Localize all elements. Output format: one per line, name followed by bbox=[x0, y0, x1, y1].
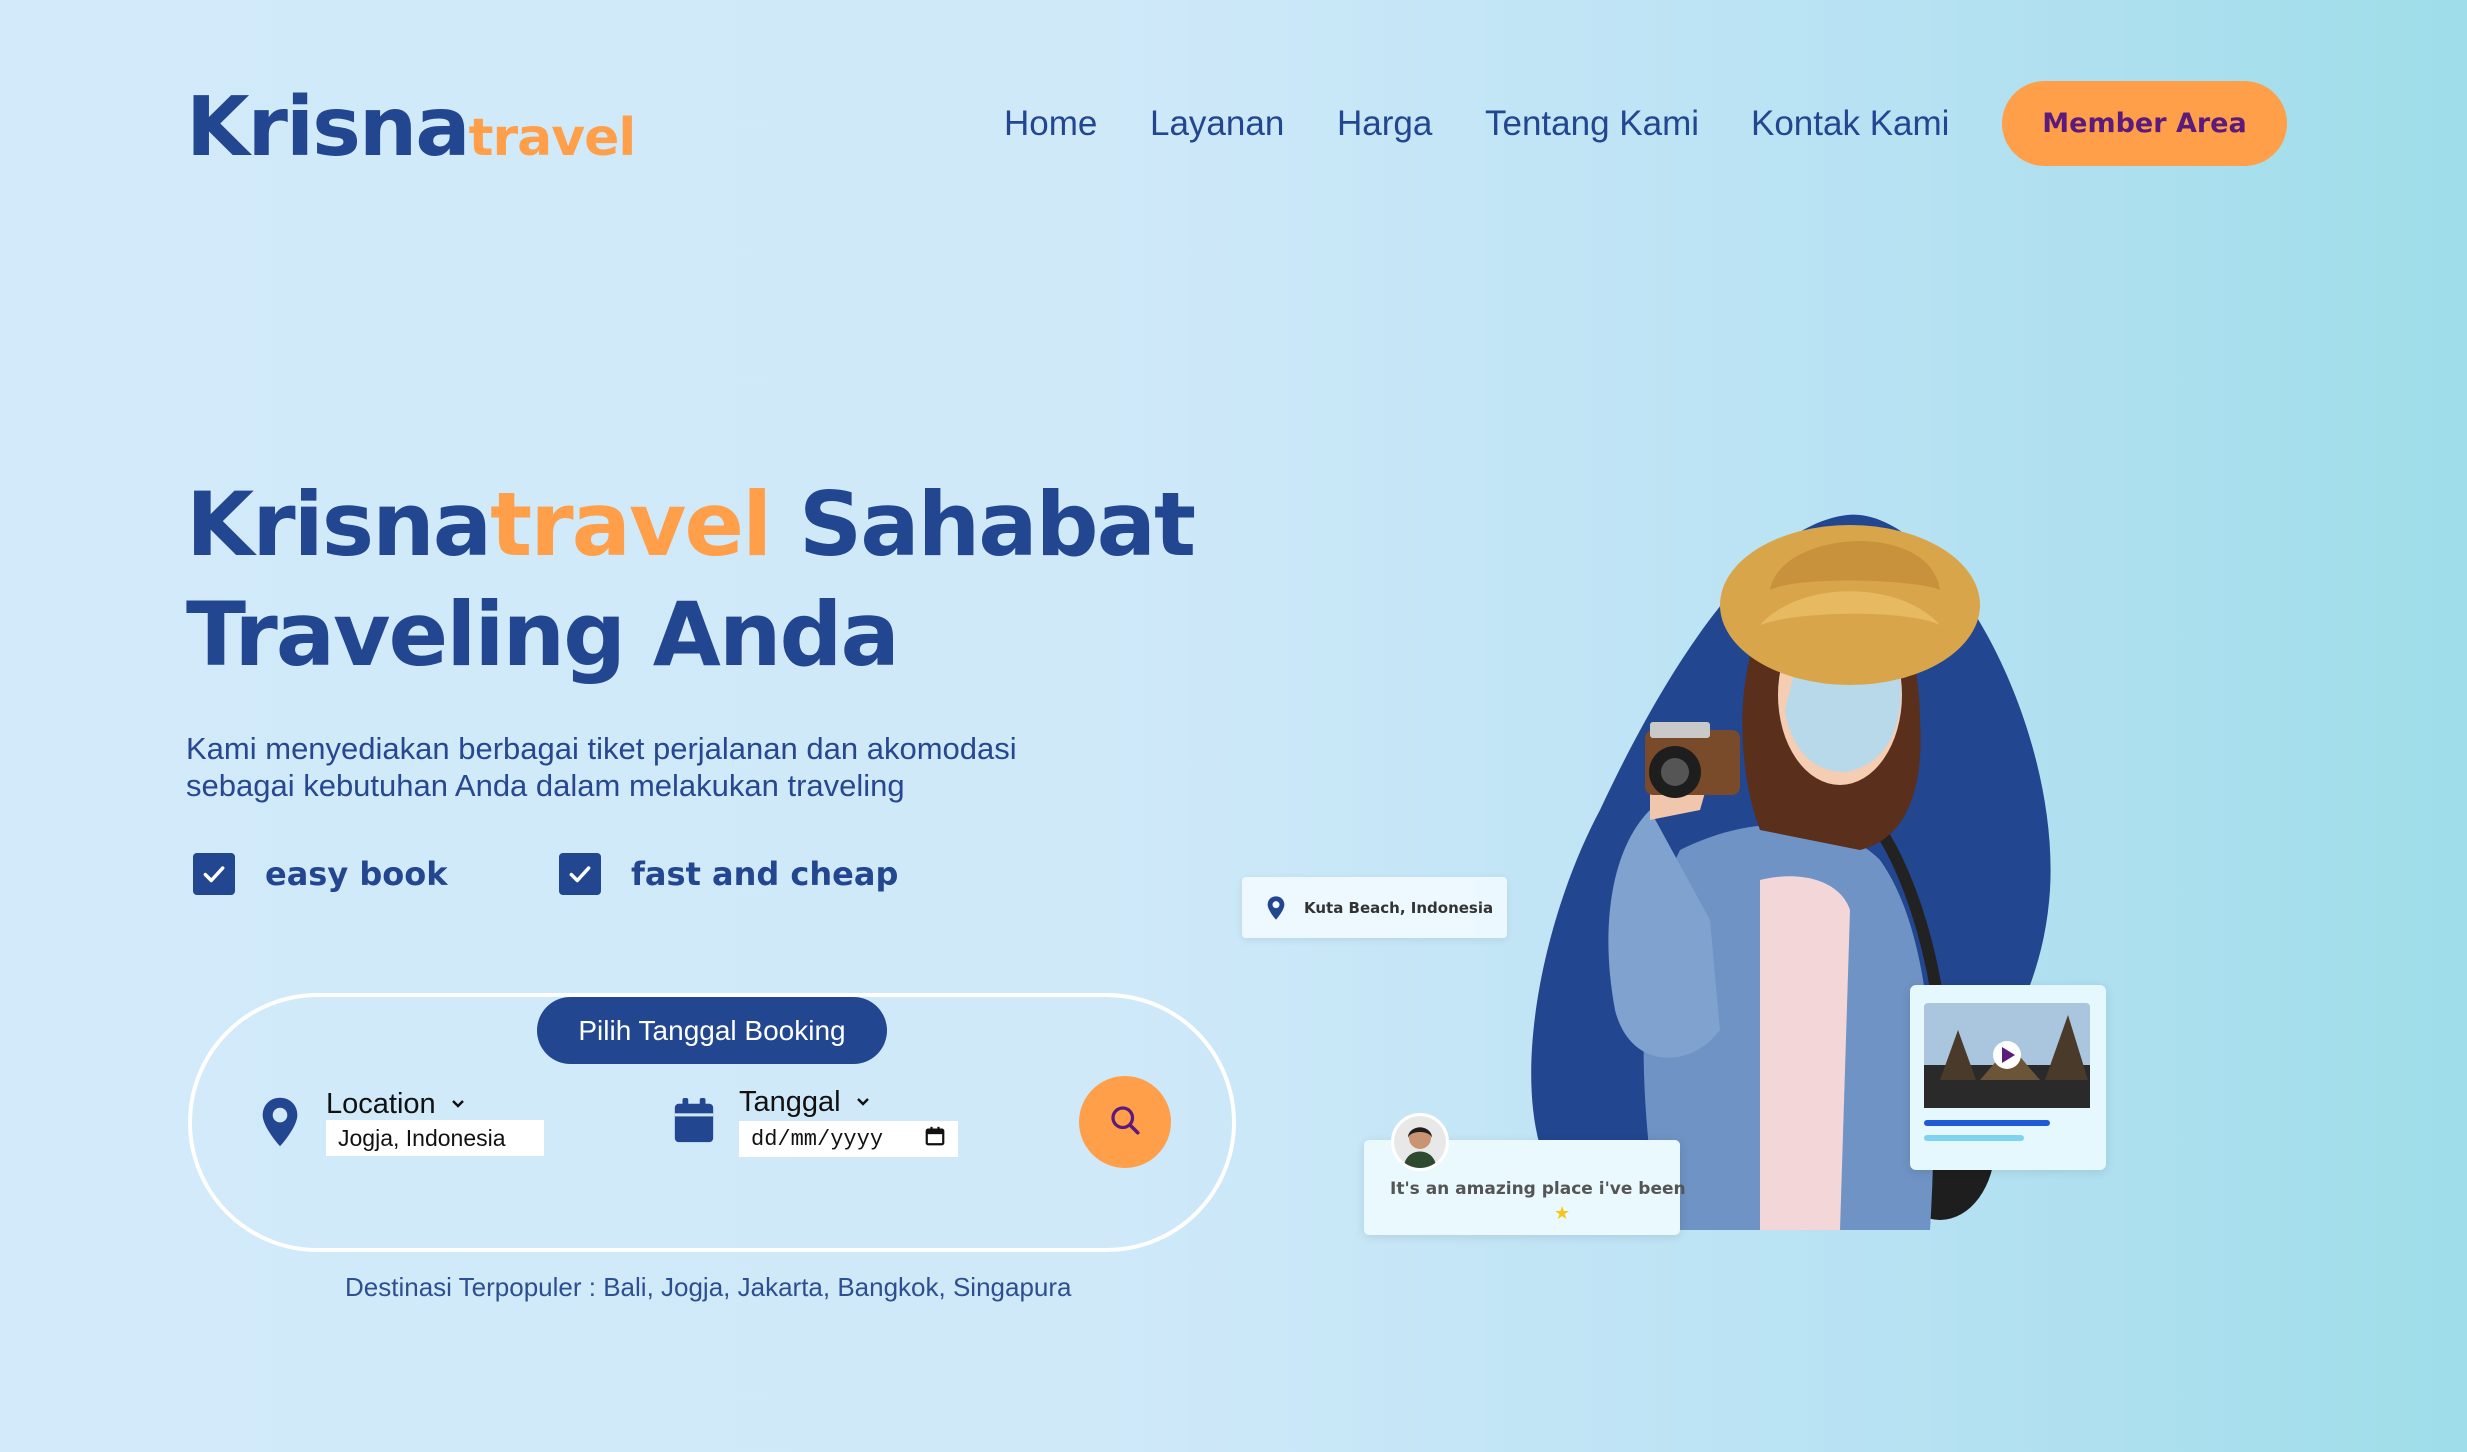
nav-layanan[interactable]: Layanan bbox=[1150, 104, 1284, 144]
hero-title-line2: Traveling Anda bbox=[186, 583, 900, 686]
location-tag-text: Kuta Beach, Indonesia bbox=[1304, 898, 1494, 917]
date-placeholder: dd/mm/yyyy bbox=[751, 1126, 884, 1152]
location-label-text: Location bbox=[326, 1088, 436, 1120]
search-icon bbox=[1107, 1102, 1143, 1143]
search-button[interactable] bbox=[1079, 1076, 1171, 1168]
calendar-icon bbox=[671, 1096, 717, 1151]
popular-destinations: Destinasi Terpopuler : Bali, Jogja, Jaka… bbox=[345, 1272, 1072, 1302]
star-icon: ★ bbox=[1554, 1203, 1571, 1224]
date-label-text: Tanggal bbox=[739, 1086, 841, 1118]
feature-label: fast and cheap bbox=[631, 855, 899, 893]
chevron-down-icon bbox=[450, 1094, 466, 1115]
check-icon bbox=[559, 853, 601, 895]
booking-header-pill: Pilih Tanggal Booking bbox=[537, 997, 887, 1064]
brand-name-part2: travel bbox=[468, 108, 637, 168]
avatar bbox=[1391, 1113, 1449, 1171]
hero-title-part1: Krisna bbox=[186, 473, 492, 576]
member-area-button[interactable]: Member Area bbox=[2002, 81, 2287, 166]
location-tag-card: Kuta Beach, Indonesia bbox=[1242, 877, 1507, 938]
nav-tentang-kami[interactable]: Tentang Kami bbox=[1485, 104, 1699, 144]
nav-home[interactable]: Home bbox=[1004, 104, 1097, 144]
location-input[interactable]: Jogja, Indonesia bbox=[326, 1120, 544, 1156]
hero-description-line2: sebagai kebutuhan Anda dalam melakukan t… bbox=[186, 768, 905, 803]
temple-thumbnail bbox=[1924, 1003, 2090, 1141]
nav-kontak-kami[interactable]: Kontak Kami bbox=[1751, 104, 1949, 144]
brand-logo[interactable]: Krisnatravel bbox=[186, 80, 637, 175]
date-label[interactable]: Tanggal bbox=[739, 1086, 871, 1119]
location-pin-icon bbox=[259, 1096, 301, 1153]
feature-easy-book: easy book bbox=[193, 853, 448, 895]
location-label[interactable]: Location bbox=[326, 1088, 466, 1121]
hero-description: Kami menyediakan berbagai tiket perjalan… bbox=[186, 730, 1086, 804]
video-preview-card[interactable] bbox=[1910, 985, 2106, 1170]
hero-description-line1: Kami menyediakan berbagai tiket perjalan… bbox=[186, 731, 1017, 766]
nav-harga[interactable]: Harga bbox=[1337, 104, 1432, 144]
check-icon bbox=[193, 853, 235, 895]
location-pin-icon bbox=[1266, 895, 1286, 921]
hero-title-part3: Sahabat bbox=[770, 473, 1196, 576]
chevron-down-icon bbox=[855, 1092, 871, 1113]
hero-title: Krisnatravel Sahabat Traveling Anda bbox=[186, 470, 1196, 690]
feature-label: easy book bbox=[265, 855, 448, 893]
calendar-picker-icon[interactable] bbox=[924, 1125, 946, 1154]
review-text: It's an amazing place i've been bbox=[1390, 1179, 1686, 1199]
date-input[interactable]: dd/mm/yyyy bbox=[739, 1121, 958, 1157]
hero-title-part2: travel bbox=[490, 473, 772, 576]
feature-fast-and-cheap: fast and cheap bbox=[559, 853, 898, 895]
brand-name-part1: Krisna bbox=[186, 80, 471, 175]
